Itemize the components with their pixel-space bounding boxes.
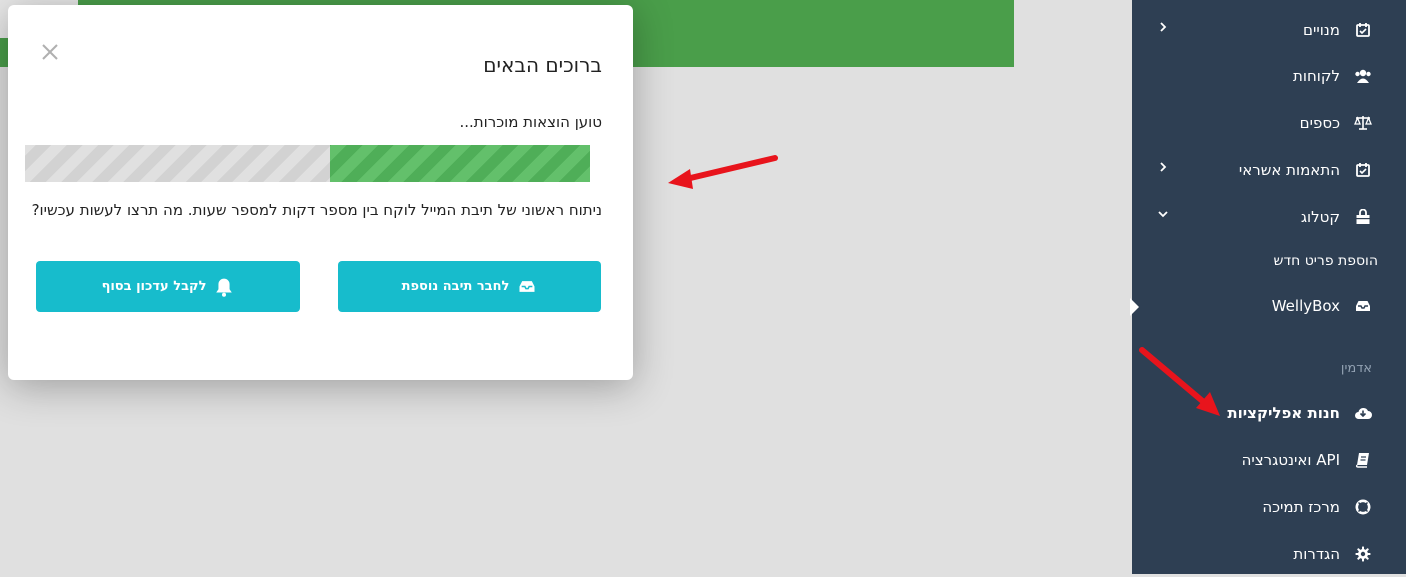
close-icon[interactable]	[38, 41, 62, 65]
sidebar-item-catalog[interactable]: קטלוג	[1132, 194, 1406, 240]
sidebar-item-label: חנות אפליקציות	[1227, 404, 1340, 422]
notify-when-done-button[interactable]: לקבל עדכון בסוף	[36, 261, 300, 312]
chevron-down-icon	[1156, 207, 1170, 225]
connect-inbox-button[interactable]: לחבר תיבה נוספת	[338, 261, 601, 312]
inbox-icon	[517, 277, 537, 297]
sidebar-item-label: מנויים	[1303, 21, 1340, 39]
sidebar-item-label: התאמות אשראי	[1238, 161, 1340, 179]
book-icon	[1354, 451, 1372, 469]
button-label: לחבר תיבה נוספת	[401, 279, 510, 294]
sidebar-section-admin: אדמין	[1340, 361, 1372, 376]
sidebar-item-label: API ואינטגרציה	[1241, 451, 1340, 469]
sidebar-item-finance[interactable]: כספים	[1132, 100, 1406, 146]
sidebar-item-wellybox[interactable]: WellyBox	[1132, 283, 1406, 329]
sidebar-item-credit-matching[interactable]: התאמות אשראי	[1132, 147, 1406, 193]
life-ring-icon	[1354, 498, 1372, 516]
bell-icon	[214, 277, 234, 297]
sidebar-item-subscriptions[interactable]: מנויים	[1132, 7, 1406, 53]
sidebar-item-label: הגדרות	[1293, 545, 1340, 563]
modal-title: ברוכים הבאים	[483, 53, 602, 77]
sidebar-item-label: כספים	[1299, 114, 1340, 132]
sidebar-item-api[interactable]: API ואינטגרציה	[1132, 437, 1406, 483]
sidebar-item-label: קטלוג	[1300, 208, 1340, 226]
progress-bar	[25, 145, 590, 182]
gear-icon	[1354, 545, 1372, 563]
button-label: לקבל עדכון בסוף	[101, 279, 207, 294]
calendar-check-icon	[1354, 21, 1372, 39]
sidebar-item-support[interactable]: מרכז תמיכה	[1132, 484, 1406, 530]
sidebar-item-app-store[interactable]: חנות אפליקציות	[1132, 390, 1406, 436]
inbox-icon	[1354, 297, 1372, 315]
users-icon	[1354, 67, 1372, 85]
welcome-modal: ברוכים הבאים טוען הוצאות מוכרות... ניתוח…	[8, 5, 633, 380]
progress-fill	[330, 145, 590, 182]
modal-description: ניתוח ראשוני של תיבת המייל לוקח בין מספר…	[31, 201, 602, 219]
sidebar-item-settings[interactable]: הגדרות	[1132, 531, 1406, 577]
shopping-bag-icon	[1354, 208, 1372, 226]
chevron-left-icon	[1156, 20, 1170, 38]
sidebar-item-label: מרכז תמיכה	[1262, 498, 1340, 516]
loading-status: טוען הוצאות מוכרות...	[459, 113, 602, 131]
cloud-download-icon	[1354, 404, 1372, 422]
sidebar-subitem-add-item[interactable]: הוספת פריט חדש	[1274, 253, 1378, 269]
balance-scale-icon	[1354, 114, 1372, 132]
sidebar-item-customers[interactable]: לקוחות	[1132, 53, 1406, 99]
chevron-left-icon	[1156, 160, 1170, 178]
sidebar-item-label: WellyBox	[1271, 297, 1340, 315]
annotation-arrow-progress	[668, 155, 778, 189]
sidebar-item-label: לקוחות	[1293, 67, 1340, 85]
sidebar: מנויים לקוחות כספים התאמות אשראי קטלוג ה…	[1130, 0, 1406, 577]
calendar-check-icon	[1354, 161, 1372, 179]
